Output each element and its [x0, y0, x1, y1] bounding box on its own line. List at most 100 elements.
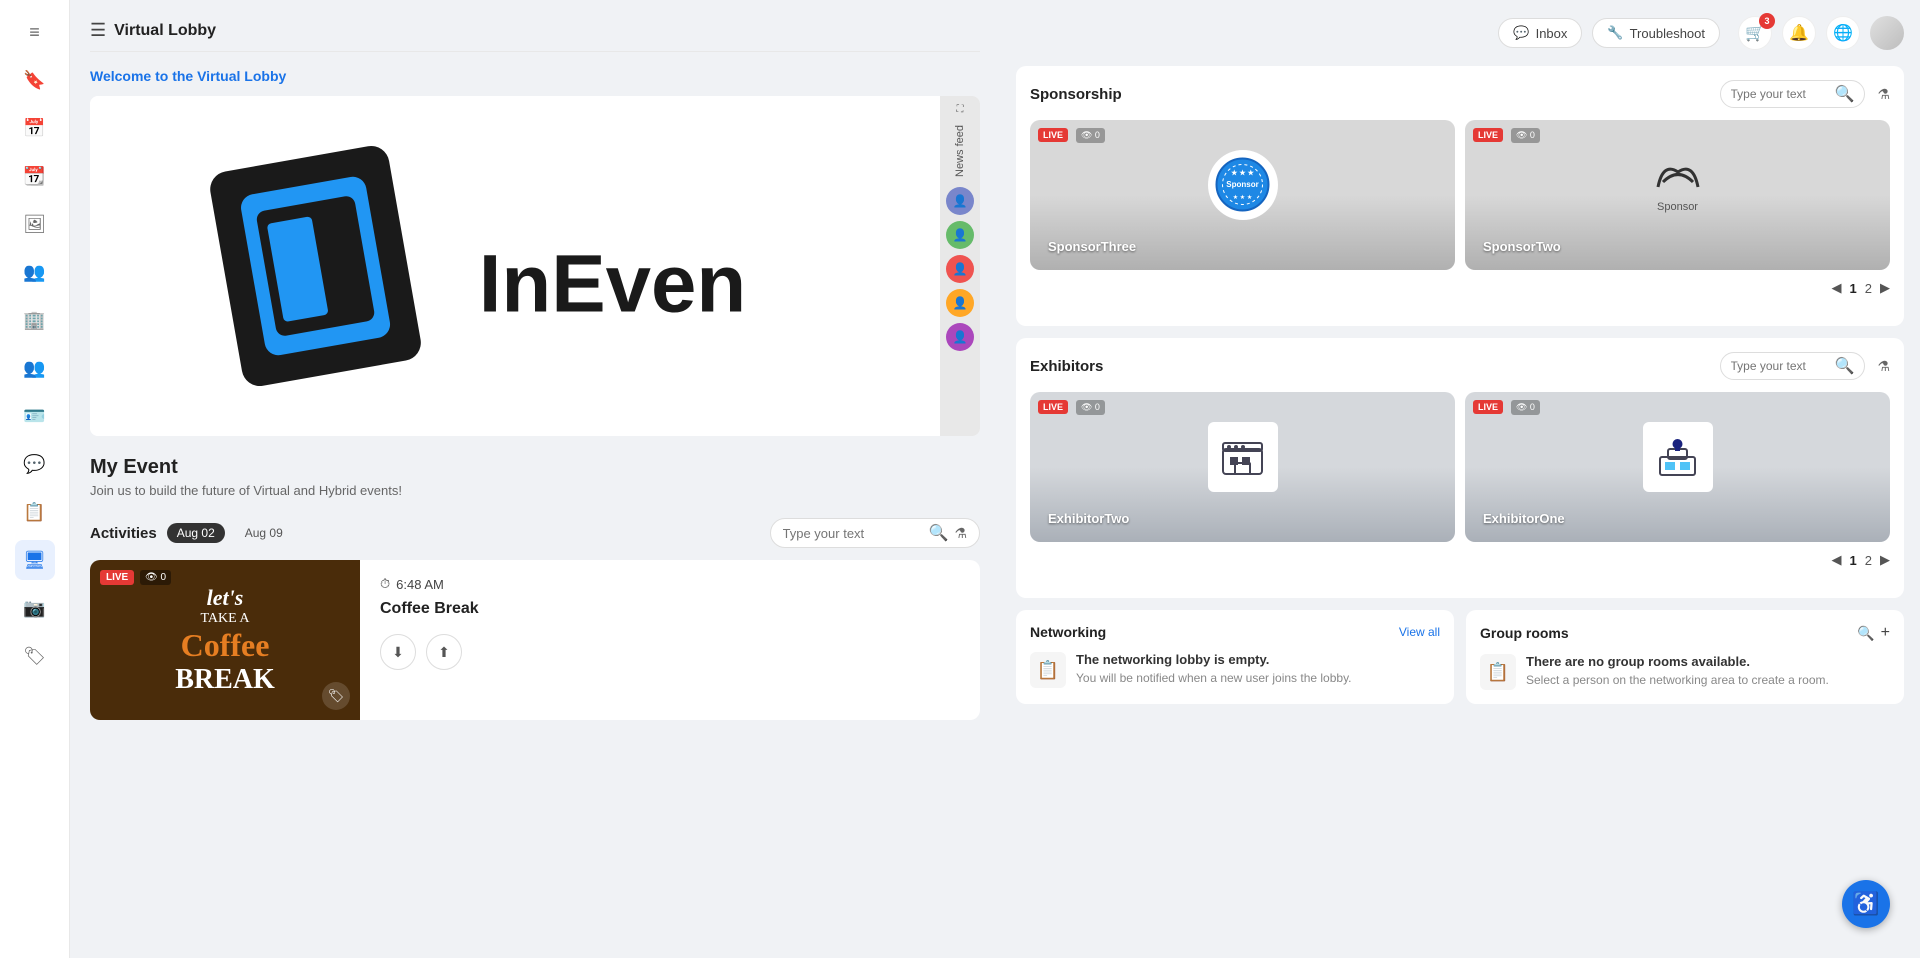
exhibitor-one-eye: 👁 0: [1511, 400, 1540, 415]
accessibility-button[interactable]: ♿: [1842, 880, 1890, 928]
group-rooms-empty-state: 📋 There are no group rooms available. Se…: [1480, 654, 1890, 690]
exhibitors-header: Exhibitors 🔍 ⚗: [1030, 352, 1890, 380]
news-feed-expand-icon[interactable]: ⛶: [957, 104, 964, 115]
exhibitors-section: Exhibitors 🔍 ⚗ LIVE 👁 0: [1016, 338, 1904, 598]
activities-filter-icon[interactable]: ⚗: [954, 525, 967, 542]
sponsor-two-eye: 👁 0: [1511, 128, 1540, 143]
photo-sidebar-icon[interactable]: 📷: [15, 588, 55, 628]
cart-icon-btn[interactable]: 🛒 3: [1738, 16, 1772, 50]
main-content: ☰ Virtual Lobby Welcome to the Virtual L…: [70, 0, 1920, 958]
sponsorship-pagination: ◀ 1 2 ▶: [1030, 280, 1890, 296]
globe-icon-btn[interactable]: 🌐: [1826, 16, 1860, 50]
time-circle-icon: ⏱: [380, 576, 390, 592]
bottom-sections: Networking View all 📋 The networking lob…: [1016, 610, 1904, 704]
id-card-sidebar-icon[interactable]: 🪪: [15, 396, 55, 436]
sponsorship-search-icon[interactable]: 🔍: [1835, 84, 1855, 104]
sponsor-two-logo: Sponsor: [1653, 157, 1703, 213]
activities-search-icon[interactable]: 🔍: [929, 523, 949, 543]
sponsor-two-logo-area: Sponsor: [1475, 130, 1880, 239]
inbox-icon: 💬: [1513, 25, 1529, 41]
exhibitors-title: Exhibitors: [1030, 358, 1712, 375]
building-sidebar-icon[interactable]: 🏢: [15, 300, 55, 340]
activity-time: ⏱ 6:48 AM: [380, 576, 960, 592]
news-feed-sidebar: ⛶ News feed 👤 👤 👤 👤 👤: [940, 96, 980, 436]
group-rooms-add-icon[interactable]: +: [1881, 624, 1890, 642]
exhibitors-grid: LIVE 👁 0: [1030, 392, 1890, 542]
monitor-sidebar-icon[interactable]: 🖥: [15, 540, 55, 580]
event-info: My Event Join us to build the future of …: [90, 456, 980, 498]
group-sidebar-icon[interactable]: 👥: [15, 348, 55, 388]
exhibitor-page-2[interactable]: 2: [1865, 553, 1872, 568]
sponsor-prev-icon[interactable]: ◀: [1832, 280, 1842, 296]
networking-empty-state: 📋 The networking lobby is empty. You wil…: [1030, 652, 1440, 688]
tag-sidebar-icon[interactable]: 🏷: [15, 636, 55, 676]
activities-search-input[interactable]: [783, 526, 923, 541]
inbox-button[interactable]: 💬 Inbox: [1498, 18, 1582, 48]
sponsor-card-two[interactable]: LIVE 👁 0 Sponsor: [1465, 120, 1890, 270]
group-rooms-header: Group rooms 🔍 +: [1480, 624, 1890, 642]
networking-empty-desc: You will be notified when a new user joi…: [1076, 670, 1352, 687]
group-rooms-title: Group rooms: [1480, 625, 1857, 641]
networking-view-all[interactable]: View all: [1399, 625, 1440, 639]
group-rooms-search-icon[interactable]: 🔍: [1857, 625, 1874, 642]
exhibitor-one-logo-area: [1475, 402, 1880, 511]
exhibitor-card-one[interactable]: LIVE 👁 0: [1465, 392, 1890, 542]
exhibitors-search: 🔍: [1720, 352, 1866, 380]
people-sidebar-icon[interactable]: 👥: [15, 252, 55, 292]
image-sidebar-icon[interactable]: 🖼: [15, 204, 55, 244]
sponsorship-header: Sponsorship 🔍 ⚗: [1030, 80, 1890, 108]
exhibitors-filter-icon[interactable]: ⚗: [1877, 358, 1890, 375]
sponsorship-title: Sponsorship: [1030, 86, 1712, 103]
sponsor-three-logo: ★ ★ ★ Sponsor ★ ★ ★: [1208, 150, 1278, 220]
activity-download-btn[interactable]: ⬇: [380, 634, 416, 670]
troubleshoot-button[interactable]: 🔧 Troubleshoot: [1592, 18, 1720, 48]
sponsorship-filter-icon[interactable]: ⚗: [1877, 86, 1890, 103]
group-rooms-section: Group rooms 🔍 + 📋 There are no group roo…: [1466, 610, 1904, 704]
group-rooms-empty-icon: 📋: [1480, 654, 1516, 690]
sponsor-grid: LIVE 👁 0 ★ ★ ★ Sponsor: [1030, 120, 1890, 270]
topbar-icon-group: 🛒 3 🔔 🌐: [1738, 16, 1904, 50]
date-badge-1[interactable]: Aug 02: [167, 523, 225, 543]
lets-text: let's: [175, 585, 275, 611]
chat-sidebar-icon[interactable]: 💬: [15, 444, 55, 484]
news-feed-avatar-2[interactable]: 👤: [946, 221, 974, 249]
top-menu-icon[interactable]: ☰: [90, 20, 106, 41]
news-feed-avatar-4[interactable]: 👤: [946, 289, 974, 317]
welcome-text: Welcome to the Virtual Lobby: [90, 68, 980, 84]
exhibitors-search-icon[interactable]: 🔍: [1835, 356, 1855, 376]
user-avatar[interactable]: [1870, 16, 1904, 50]
sponsor-page-1[interactable]: 1: [1850, 281, 1857, 296]
calendar-sidebar-icon[interactable]: 📅: [15, 108, 55, 148]
right-panel: 💬 Inbox 🔧 Troubleshoot 🛒 3 🔔 🌐: [1000, 0, 1920, 908]
exhibitor-prev-icon[interactable]: ◀: [1832, 552, 1842, 568]
list-sidebar-icon[interactable]: 📋: [15, 492, 55, 532]
sponsor-card-three[interactable]: LIVE 👁 0 ★ ★ ★ Sponsor: [1030, 120, 1455, 270]
news-feed-avatar-1[interactable]: 👤: [946, 187, 974, 215]
left-sidebar: ≡ 🔖 📅 📆 🖼 👥 🏢 👥 🪪 💬 📋 🖥 📷 🏷: [0, 0, 70, 958]
calendar2-sidebar-icon[interactable]: 📆: [15, 156, 55, 196]
date-badge-2[interactable]: Aug 09: [235, 523, 293, 543]
sponsor-page-2[interactable]: 2: [1865, 281, 1872, 296]
sponsor-three-eye: 👁 0: [1076, 128, 1105, 143]
sponsor-next-icon[interactable]: ▶: [1880, 280, 1890, 296]
sponsorship-search-input[interactable]: [1731, 87, 1831, 101]
bell-icon-btn[interactable]: 🔔: [1782, 16, 1816, 50]
news-feed-avatar-3[interactable]: 👤: [946, 255, 974, 283]
exhibitor-card-two[interactable]: LIVE 👁 0: [1030, 392, 1455, 542]
news-feed-avatar-5[interactable]: 👤: [946, 323, 974, 351]
exhibitor-page-1[interactable]: 1: [1850, 553, 1857, 568]
news-feed-label[interactable]: News feed: [954, 121, 966, 181]
coffee-text: Coffee: [175, 627, 275, 664]
activity-share-btn[interactable]: ⬆: [426, 634, 462, 670]
activities-search-bar: 🔍 ⚗: [770, 518, 980, 548]
networking-header: Networking View all: [1030, 624, 1440, 640]
left-panel: ☰ Virtual Lobby Welcome to the Virtual L…: [70, 0, 1000, 908]
troubleshoot-icon: 🔧: [1607, 25, 1623, 41]
bookmark-sidebar-icon[interactable]: 🔖: [15, 60, 55, 100]
exhibitor-next-icon[interactable]: ▶: [1880, 552, 1890, 568]
hamburger-menu-icon[interactable]: ≡: [15, 12, 55, 52]
sponsorship-search: 🔍: [1720, 80, 1866, 108]
exhibitors-search-input[interactable]: [1731, 359, 1831, 373]
group-rooms-empty-content: There are no group rooms available. Sele…: [1526, 654, 1829, 689]
activity-tag-icon[interactable]: 🏷: [322, 682, 350, 710]
